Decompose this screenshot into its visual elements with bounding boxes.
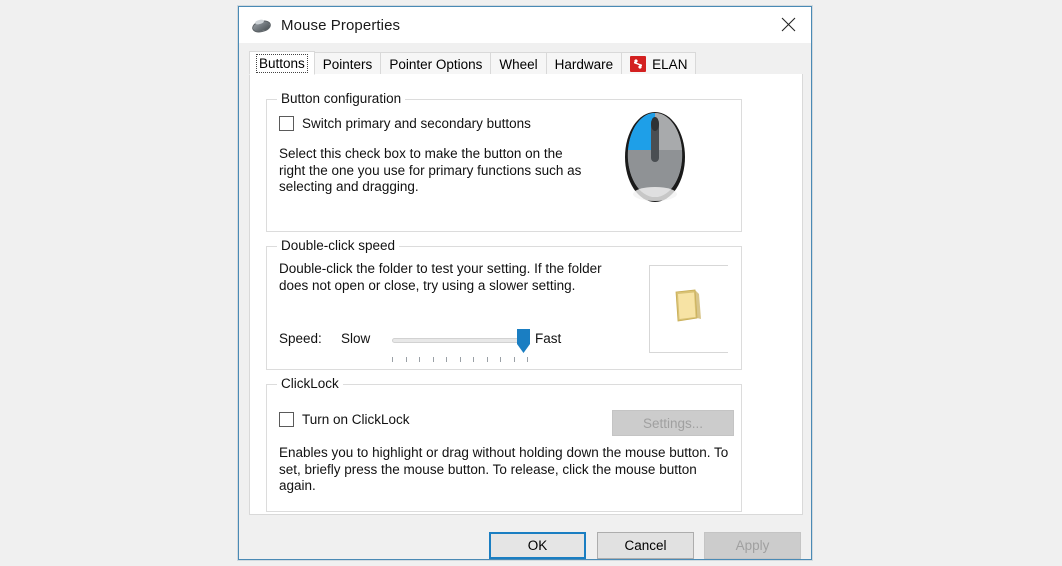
dialog-footer: OK Cancel Apply xyxy=(239,523,811,561)
tab-hardware-label: Hardware xyxy=(554,56,614,72)
double-click-test-area[interactable] xyxy=(649,265,728,353)
double-click-speed-group: Double-click speed Double-click the fold… xyxy=(266,238,742,370)
double-click-speed-slider[interactable] xyxy=(392,338,526,343)
title-bar: Mouse Properties xyxy=(239,7,811,43)
tab-pointers-label: Pointers xyxy=(322,56,373,72)
clicklock-settings-label: Settings... xyxy=(642,415,704,431)
speed-label: Speed: xyxy=(279,331,322,346)
tab-pointer-options-label: Pointer Options xyxy=(389,56,483,72)
tab-pointer-options[interactable]: Pointer Options xyxy=(380,52,492,75)
clicklock-title: ClickLock xyxy=(277,376,343,391)
clicklock-checkbox-label: Turn on ClickLock xyxy=(302,412,410,427)
cancel-button-label: Cancel xyxy=(624,538,667,553)
button-configuration-description: Select this check box to make the button… xyxy=(279,146,582,194)
slow-label: Slow xyxy=(341,331,371,346)
clicklock-checkbox[interactable] xyxy=(279,412,294,427)
folder-icon[interactable] xyxy=(670,288,708,324)
cancel-button[interactable]: Cancel xyxy=(597,532,694,559)
clicklock-settings-button[interactable]: Settings... xyxy=(612,410,734,436)
slider-tick-marks xyxy=(392,357,528,363)
tab-page-buttons: Button configuration Switch primary and … xyxy=(249,74,803,515)
apply-button-label: Apply xyxy=(735,538,770,553)
tab-wheel-label: Wheel xyxy=(499,56,538,72)
tab-hardware[interactable]: Hardware xyxy=(545,52,623,75)
tab-wheel[interactable]: Wheel xyxy=(490,52,547,75)
tab-elan[interactable]: ELAN xyxy=(621,52,697,75)
elan-logo-icon xyxy=(630,56,647,72)
double-click-speed-title: Double-click speed xyxy=(277,238,400,253)
tab-elan-label: ELAN xyxy=(652,56,688,72)
mouse-icon xyxy=(250,18,273,35)
clicklock-description: Enables you to highlight or drag without… xyxy=(279,445,729,493)
close-icon[interactable] xyxy=(765,7,811,42)
tab-buttons-label: Buttons xyxy=(256,53,308,73)
switch-buttons-checkbox[interactable] xyxy=(279,116,294,131)
tab-buttons[interactable]: Buttons xyxy=(249,51,315,75)
switch-buttons-label: Switch primary and secondary buttons xyxy=(302,116,531,131)
tab-pointers[interactable]: Pointers xyxy=(313,52,382,75)
clicklock-group: ClickLock Turn on ClickLock Settings... … xyxy=(266,376,742,512)
ok-button[interactable]: OK xyxy=(489,532,586,559)
double-click-speed-slider-thumb[interactable] xyxy=(517,329,530,353)
switch-buttons-checkbox-row[interactable]: Switch primary and secondary buttons xyxy=(279,116,531,131)
button-configuration-group: Button configuration Switch primary and … xyxy=(266,91,742,232)
button-configuration-title: Button configuration xyxy=(277,91,406,106)
mouse-illustration-icon xyxy=(622,108,688,204)
tab-strip: Buttons Pointers Pointer Options Wheel H… xyxy=(249,51,803,76)
fast-label: Fast xyxy=(535,331,562,346)
apply-button[interactable]: Apply xyxy=(704,532,801,559)
clicklock-checkbox-row[interactable]: Turn on ClickLock xyxy=(279,412,410,427)
window-title: Mouse Properties xyxy=(281,16,401,34)
ok-button-label: OK xyxy=(527,538,548,553)
mouse-properties-window: Mouse Properties Buttons Pointers Pointe… xyxy=(238,6,812,560)
double-click-description: Double-click the folder to test your set… xyxy=(279,261,602,293)
